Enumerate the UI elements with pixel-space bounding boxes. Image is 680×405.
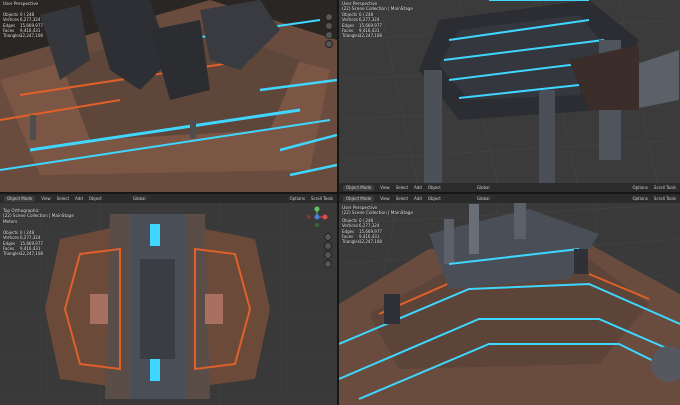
stat-value: 12,247,108: [359, 33, 382, 39]
stat-label: Triangles: [342, 33, 360, 39]
object-mode-dropdown[interactable]: Object Mode: [4, 195, 36, 202]
menu-add[interactable]: Add: [414, 185, 422, 190]
viewport-bottom-left[interactable]: Object Mode View Select Add Object Globa…: [0, 194, 337, 405]
collection-label: (22) Scene Collection | MainStage: [3, 213, 74, 219]
scene-render: [0, 0, 337, 192]
camera-view-icon[interactable]: [325, 252, 331, 258]
viewport-info: Top Orthographic (22) Scene Collection |…: [3, 208, 74, 224]
scene-stats: Objects 0 / 248 Vertices 6,277,324 Edges 15…: [342, 218, 382, 244]
units-label: Meters: [3, 218, 18, 224]
object-mode-dropdown[interactable]: Object Mode: [343, 195, 375, 202]
scroll-tools-dropdown[interactable]: Scroll Tools: [654, 185, 676, 190]
stat-label: Triangles: [3, 251, 21, 257]
menu-object[interactable]: Object: [428, 185, 441, 190]
options-dropdown[interactable]: Options: [632, 185, 647, 190]
scene-render: [339, 194, 680, 405]
viewport-header: Object Mode View Select Add Object Globa…: [0, 194, 337, 203]
viewport-info: User Perspective (22) Scene Collection |…: [342, 205, 413, 216]
ortho-toggle-icon[interactable]: [326, 41, 332, 47]
viewport-bottom-right[interactable]: Object Mode View Select Add Object Globa…: [339, 194, 680, 405]
ortho-toggle-icon[interactable]: [325, 261, 331, 267]
stat-label: Triangles: [3, 33, 21, 39]
scroll-tools-dropdown[interactable]: Scroll Tools: [654, 196, 676, 201]
camera-view-icon[interactable]: [326, 32, 332, 38]
view-title: User Perspective: [3, 1, 39, 6]
viewport-info: User Perspective: [3, 1, 38, 6]
options-dropdown[interactable]: Options: [632, 196, 647, 201]
stat-value: 12,247,108: [20, 251, 43, 257]
viewport-top-right[interactable]: Object Mode View Select Add Object Globa…: [339, 0, 680, 192]
collection-label: (22) Scene Collection | MainStage: [342, 210, 413, 216]
stat-value: 12,247,108: [20, 33, 43, 39]
scene-render: [0, 194, 337, 405]
menu-select[interactable]: Select: [57, 196, 69, 201]
navigation-gizmo-icon[interactable]: [306, 206, 328, 228]
menu-view[interactable]: View: [41, 196, 51, 201]
viewport-header: Object Mode View Select Add Object Globa…: [339, 194, 680, 203]
scene-stats: Objects 0 / 248 Vertices 6,277,324 Edges 15…: [3, 230, 43, 256]
viewport-top-left[interactable]: User Perspective Objects 0 / 248 Vertices…: [0, 0, 337, 192]
menu-add[interactable]: Add: [75, 196, 83, 201]
menu-add[interactable]: Add: [414, 196, 422, 201]
collection-label: (22) Scene Collection | MainStage: [342, 6, 413, 12]
transform-orientation-dropdown[interactable]: Global: [133, 196, 146, 201]
scroll-tools-dropdown[interactable]: Scroll Tools: [311, 196, 333, 201]
menu-select[interactable]: Select: [396, 196, 408, 201]
menu-view[interactable]: View: [380, 185, 390, 190]
menu-object[interactable]: Object: [428, 196, 441, 201]
options-dropdown[interactable]: Options: [289, 196, 304, 201]
menu-select[interactable]: Select: [396, 185, 408, 190]
scene-stats: Objects 0 / 248 Vertices 6,277,324 Edges 15…: [342, 12, 382, 38]
pan-icon[interactable]: [325, 243, 331, 249]
stat-label: Triangles: [342, 239, 360, 245]
transform-orientation-dropdown[interactable]: Global: [477, 185, 490, 190]
object-mode-dropdown[interactable]: Object Mode: [343, 184, 375, 191]
zoom-icon[interactable]: [326, 14, 332, 20]
zoom-icon[interactable]: [325, 234, 331, 240]
viewport-header: Object Mode View Select Add Object Globa…: [339, 183, 680, 192]
stat-value: 12,247,108: [359, 239, 382, 245]
pan-icon[interactable]: [326, 23, 332, 29]
viewport-divider-vertical[interactable]: [337, 0, 339, 405]
viewport-divider-horizontal[interactable]: [0, 192, 680, 194]
transform-orientation-dropdown[interactable]: Global: [477, 196, 490, 201]
viewport-info: User Perspective (22) Scene Collection |…: [342, 1, 413, 12]
menu-view[interactable]: View: [380, 196, 390, 201]
menu-object[interactable]: Object: [89, 196, 102, 201]
scene-stats: Objects 0 / 248 Vertices 6,277,324 Edges 15…: [3, 12, 43, 38]
scene-render: [339, 0, 680, 192]
